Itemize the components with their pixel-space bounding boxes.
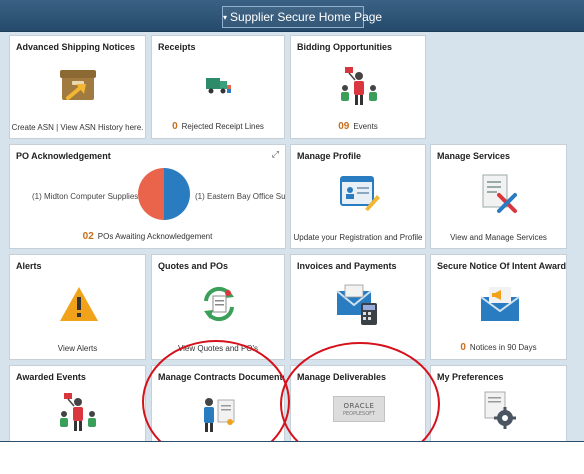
tile-awarded-events[interactable]: Awarded Events — [9, 365, 146, 442]
receipts-count: 0 — [172, 121, 178, 132]
bidding-people-icon — [341, 67, 377, 105]
tile-manage-deliverables[interactable]: Manage Deliverables ORACLE PEOPLESOFT — [290, 365, 426, 442]
tile-title: Advanced Shipping Notices — [16, 42, 136, 52]
caret-down-icon: ▾ — [223, 13, 228, 22]
tile-invoices-and-payments[interactable]: Invoices and Payments — [290, 254, 426, 360]
tile-title: Receipts — [158, 42, 196, 52]
tile-footer: 02 POs Awaiting Acknowledgement — [82, 231, 213, 242]
contract-document-icon — [204, 398, 235, 432]
services-tools-icon — [482, 174, 517, 213]
tile-grid: Advanced Shipping Notices Create ASN | V… — [0, 32, 584, 466]
notice-envelope-icon — [480, 287, 520, 321]
tile-title: Manage Contracts Documents — [158, 372, 285, 382]
tile-footer: 0 Notices in 90 Days — [460, 342, 537, 353]
expand-icon[interactable]: ⤢ — [272, 149, 279, 160]
shipping-box-icon — [60, 70, 96, 100]
warning-triangle-icon — [60, 287, 98, 321]
bottom-area — [0, 442, 584, 474]
tile-title: Manage Profile — [297, 151, 362, 161]
tile-title: Bidding Opportunities — [297, 42, 392, 52]
tile-title: Manage Services — [437, 151, 511, 161]
tile-manage-contracts-documents[interactable]: Manage Contracts Documents — [151, 365, 285, 442]
tile-receipts[interactable]: Receipts 0 Rejected Receipt Lines — [151, 35, 285, 139]
tile-footer: 0 Rejected Receipt Lines — [172, 121, 264, 132]
notices-count: 0 — [460, 342, 466, 353]
delivery-truck-icon — [206, 78, 231, 94]
tile-footer: 09 Events — [338, 121, 378, 132]
po-pie-chart[interactable] — [137, 167, 191, 221]
tile-footer: Create ASN | View ASN History here. — [11, 123, 144, 132]
home-page-selector[interactable]: ▾ Supplier Secure Home Page — [222, 6, 382, 28]
po-count: 02 — [82, 231, 94, 242]
pie-slice-eastern-bay-office-supp[interactable] — [164, 168, 190, 220]
tile-title: Awarded Events — [16, 372, 86, 382]
tile-po-acknowledgement[interactable]: PO Acknowledgement ⤢ (1) Midton Computer… — [9, 144, 286, 249]
profile-form-icon — [340, 176, 380, 211]
tile-my-preferences[interactable]: My Preferences — [430, 365, 567, 442]
pie-label-right: (1) Eastern Bay Office Supp — [195, 192, 286, 201]
tile-title: Quotes and POs — [158, 261, 229, 271]
tile-title: Secure Notice Of Intent Award — [437, 261, 567, 271]
tile-title: Invoices and Payments — [297, 261, 397, 271]
oracle-peoplesoft-logo: ORACLE PEOPLESOFT — [333, 396, 385, 422]
page-title: Supplier Secure Home Page — [230, 10, 383, 24]
tile-advanced-shipping-notices[interactable]: Advanced Shipping Notices Create ASN | V… — [9, 35, 146, 139]
refresh-document-icon — [204, 286, 234, 322]
tile-footer: View and Manage Services — [450, 233, 547, 242]
top-bar: ▾ Supplier Secure Home Page — [0, 0, 584, 32]
tile-manage-services[interactable]: Manage Services View and Manage Services — [430, 144, 567, 249]
preferences-gear-icon — [484, 391, 516, 429]
tile-title: Alerts — [16, 261, 42, 271]
pie-label-left: (1) Midton Computer Supplies — [32, 192, 139, 201]
tile-title: Manage Deliverables — [297, 372, 387, 382]
tile-manage-profile[interactable]: Manage Profile Update your Registration … — [290, 144, 426, 249]
tile-title: PO Acknowledgement — [16, 151, 111, 161]
tile-footer: Update your Registration and Profile — [293, 233, 423, 242]
tile-footer: View Quotes and PO's — [177, 344, 259, 353]
tile-quotes-and-pos[interactable]: Quotes and POs View Quotes and PO's — [151, 254, 285, 360]
pie-slice-midton-computer-supplies[interactable] — [138, 168, 164, 220]
tile-secure-notice-of-intent-award[interactable]: Secure Notice Of Intent Award 0 Notices i… — [430, 254, 567, 360]
tile-footer: View Alerts — [57, 344, 98, 353]
tile-bidding-opportunities[interactable]: Bidding Opportunities 09 Events — [290, 35, 426, 139]
invoice-calculator-icon — [336, 284, 377, 325]
tile-alerts[interactable]: Alerts View Alerts — [9, 254, 146, 360]
awarded-people-icon — [60, 393, 96, 431]
events-count: 09 — [338, 121, 350, 132]
tile-title: My Preferences — [437, 372, 504, 382]
